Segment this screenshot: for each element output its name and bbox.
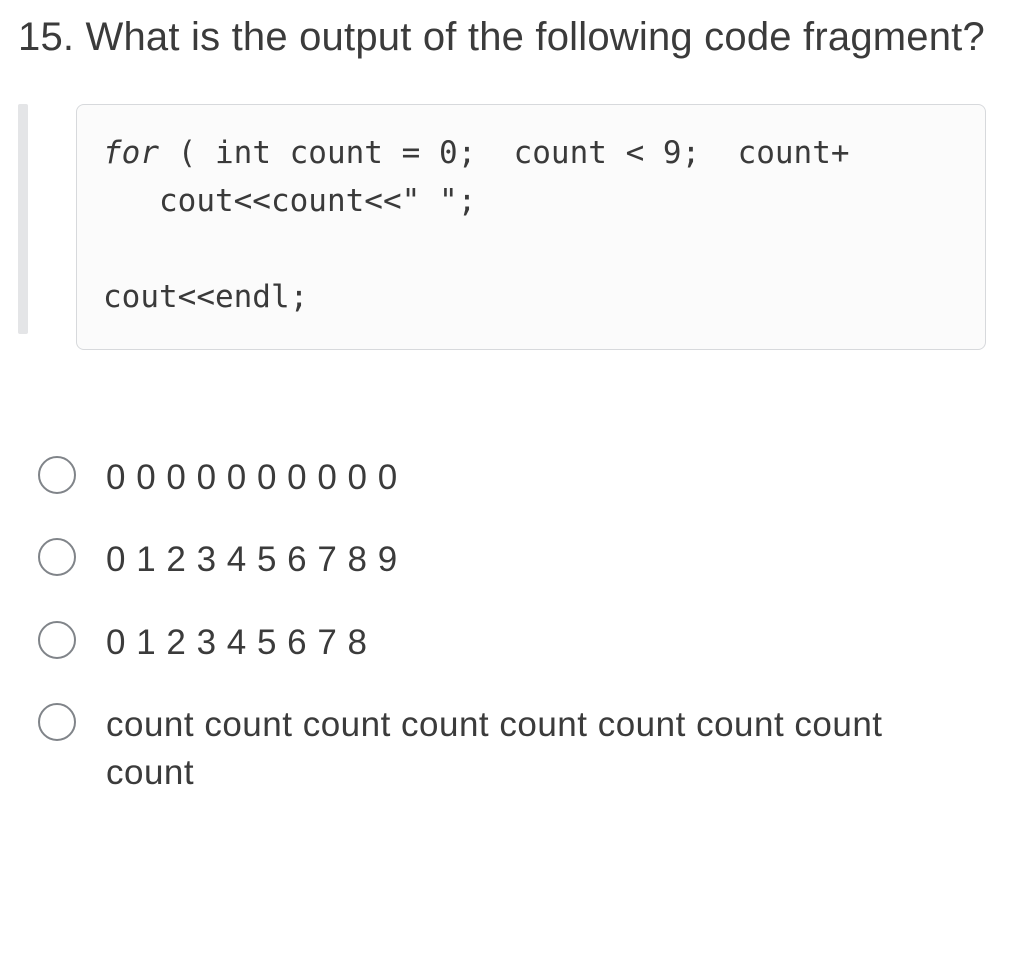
option-label: count count count count count count coun… [106, 701, 936, 798]
radio-button[interactable] [38, 703, 76, 741]
option-label: 0 1 2 3 4 5 6 7 8 9 [106, 536, 398, 584]
radio-icon [38, 538, 76, 576]
code-keyword-for: for [103, 135, 159, 171]
radio-icon [38, 456, 76, 494]
radio-icon [38, 703, 76, 741]
code-content: for ( int count = 0; count < 9; count+ c… [103, 129, 967, 321]
question-page: 15. What is the output of the following … [0, 0, 1022, 849]
option-row-3[interactable]: count count count count count count coun… [38, 701, 1004, 798]
radio-button[interactable] [38, 621, 76, 659]
code-line-1: ( int count = 0; count < 9; count+ [159, 135, 850, 171]
option-row-2[interactable]: 0 1 2 3 4 5 6 7 8 [38, 619, 1004, 667]
code-line-3: cout<<endl; [103, 279, 308, 315]
option-label: 0 0 0 0 0 0 0 0 0 0 [106, 454, 398, 502]
radio-icon [38, 621, 76, 659]
quote-bar [18, 104, 28, 334]
radio-button[interactable] [38, 456, 76, 494]
options-list: 0 0 0 0 0 0 0 0 0 0 0 1 2 3 4 5 6 7 8 9 … [18, 454, 1004, 797]
code-line-2: cout<<count<<" "; [103, 183, 476, 219]
option-row-0[interactable]: 0 0 0 0 0 0 0 0 0 0 [38, 454, 1004, 502]
code-box: for ( int count = 0; count < 9; count+ c… [76, 104, 986, 350]
code-block-wrap: for ( int count = 0; count < 9; count+ c… [18, 104, 1004, 384]
radio-button[interactable] [38, 538, 76, 576]
quote-bar-col [18, 104, 76, 384]
question-text: 15. What is the output of the following … [18, 10, 1004, 64]
option-label: 0 1 2 3 4 5 6 7 8 [106, 619, 367, 667]
option-row-1[interactable]: 0 1 2 3 4 5 6 7 8 9 [38, 536, 1004, 584]
